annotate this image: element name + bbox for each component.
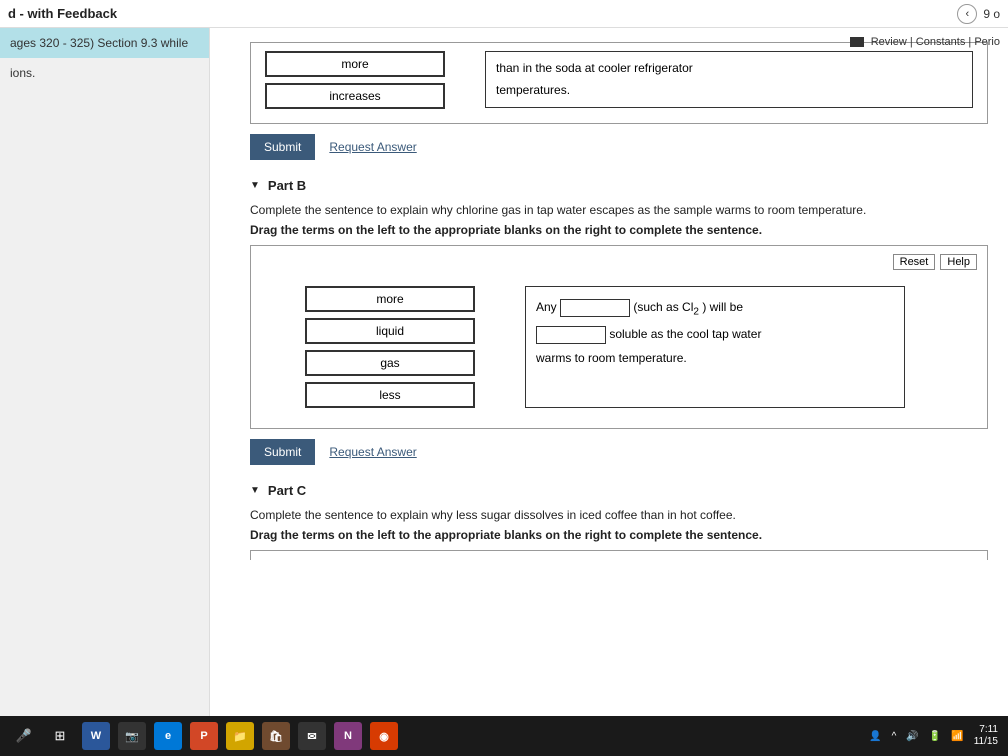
- people-icon[interactable]: 👤: [869, 731, 881, 742]
- explorer-app-icon[interactable]: 📁: [226, 722, 254, 750]
- clock-time: 7:11: [974, 724, 998, 736]
- request-answer-a[interactable]: Request Answer: [329, 140, 416, 154]
- part-a-sentence: than in the soda at cooler refrigerator …: [485, 51, 973, 108]
- s3: warms to room temperature.: [536, 351, 687, 365]
- part-b-instr: Drag the terms on the left to the approp…: [250, 223, 988, 237]
- request-answer-b[interactable]: Request Answer: [329, 445, 416, 459]
- window-header: d - with Feedback ‹ 9 o: [0, 0, 1008, 28]
- edge-app-icon[interactable]: e: [154, 722, 182, 750]
- reset-button[interactable]: Reset: [893, 254, 936, 270]
- part-b-sentence: Any (such as Cl2 ) will be soluble as th…: [525, 286, 905, 408]
- s1c: ) will be: [702, 300, 743, 314]
- part-c-title: Part C: [268, 483, 306, 498]
- part-c-container-top: [250, 550, 988, 560]
- s1b: (such as Cl: [633, 300, 693, 314]
- sidebar-highlight[interactable]: ages 320 - 325) Section 9.3 while: [0, 28, 209, 58]
- part-a-drag-area: more increases than in the soda at coole…: [250, 42, 988, 124]
- battery-icon[interactable]: 🔋: [929, 731, 941, 742]
- word-app-icon[interactable]: W: [82, 722, 110, 750]
- taskview-icon[interactable]: ⊞: [46, 722, 74, 750]
- page-body: ages 320 - 325) Section 9.3 while ions. …: [0, 28, 1008, 716]
- part-c-instr: Drag the terms on the left to the approp…: [250, 528, 988, 542]
- drag-tile-gas[interactable]: gas: [305, 350, 475, 376]
- header-nav: ‹ 9 o: [957, 4, 1000, 24]
- part-a-tiles: more increases: [265, 51, 445, 109]
- periodic-link[interactable]: Perio: [974, 36, 1000, 48]
- part-b-title: Part B: [268, 178, 306, 193]
- s1a: Any: [536, 300, 557, 314]
- top-links: Review | Constants | Perio: [850, 36, 1000, 48]
- part-b-tiles: more liquid gas less: [305, 286, 475, 408]
- part-a-submit-row: Submit Request Answer: [250, 134, 988, 160]
- drag-tile-more[interactable]: more: [265, 51, 445, 77]
- submit-button-a[interactable]: Submit: [250, 134, 315, 160]
- network-icon[interactable]: 📶: [951, 731, 963, 742]
- store-app-icon[interactable]: 🛍: [262, 722, 290, 750]
- review-link[interactable]: Review: [871, 36, 907, 48]
- part-b-submit-row: Submit Request Answer: [250, 439, 988, 465]
- caret-down-icon-c: ▼: [250, 485, 260, 496]
- part-b-header[interactable]: ▼ Part B: [250, 178, 988, 193]
- submit-button-b[interactable]: Submit: [250, 439, 315, 465]
- drag-tile-more-b[interactable]: more: [305, 286, 475, 312]
- window-title: d - with Feedback: [8, 6, 117, 21]
- reset-help-row: Reset Help: [893, 254, 977, 270]
- sidebar: ages 320 - 325) Section 9.3 while ions.: [0, 28, 210, 716]
- onenote-app-icon[interactable]: N: [334, 722, 362, 750]
- part-b-body: more liquid gas less Any (such as Cl2 ) …: [265, 286, 973, 408]
- blank-slot-1[interactable]: [560, 299, 630, 317]
- main-content: Review | Constants | Perio more increase…: [210, 28, 1008, 716]
- blank-slot-2[interactable]: [536, 326, 606, 344]
- tray-up-icon[interactable]: ^: [892, 731, 897, 742]
- mail-app-icon[interactable]: ✉: [298, 722, 326, 750]
- powerpoint-app-icon[interactable]: P: [190, 722, 218, 750]
- clock-date: 11/15: [974, 736, 998, 748]
- part-c-header[interactable]: ▼ Part C: [250, 483, 988, 498]
- page-count: 9 o: [983, 7, 1000, 21]
- drag-tile-liquid[interactable]: liquid: [305, 318, 475, 344]
- flag-icon[interactable]: [850, 37, 864, 47]
- drag-tile-increases[interactable]: increases: [265, 83, 445, 109]
- taskbar-tray: 👤 ^ 🔊 🔋 📶 7:11 11/15: [869, 724, 998, 748]
- volume-icon[interactable]: 🔊: [906, 731, 918, 742]
- constants-link[interactable]: Constants: [916, 36, 966, 48]
- taskbar-clock[interactable]: 7:11 11/15: [974, 724, 998, 748]
- part-b-drag-area: Reset Help more liquid gas less Any (suc…: [250, 245, 988, 429]
- drag-tile-less[interactable]: less: [305, 382, 475, 408]
- prev-button[interactable]: ‹: [957, 4, 977, 24]
- mic-icon[interactable]: 🎤: [10, 722, 38, 750]
- camera-app-icon[interactable]: 📷: [118, 722, 146, 750]
- sentence-line-2: temperatures.: [496, 80, 962, 102]
- part-c-desc: Complete the sentence to explain why les…: [250, 508, 988, 522]
- caret-down-icon: ▼: [250, 180, 260, 191]
- sentence-line-1: than in the soda at cooler refrigerator: [496, 58, 962, 80]
- s2: soluble as the cool tap water: [609, 327, 761, 341]
- sidebar-text: ions.: [0, 58, 209, 88]
- part-b-desc: Complete the sentence to explain why chl…: [250, 203, 988, 217]
- help-button[interactable]: Help: [940, 254, 977, 270]
- taskbar: 🎤 ⊞ W 📷 e P 📁 🛍 ✉ N ◉ 👤 ^ 🔊 🔋 📶 7:11 11/…: [0, 716, 1008, 756]
- app-icon[interactable]: ◉: [370, 722, 398, 750]
